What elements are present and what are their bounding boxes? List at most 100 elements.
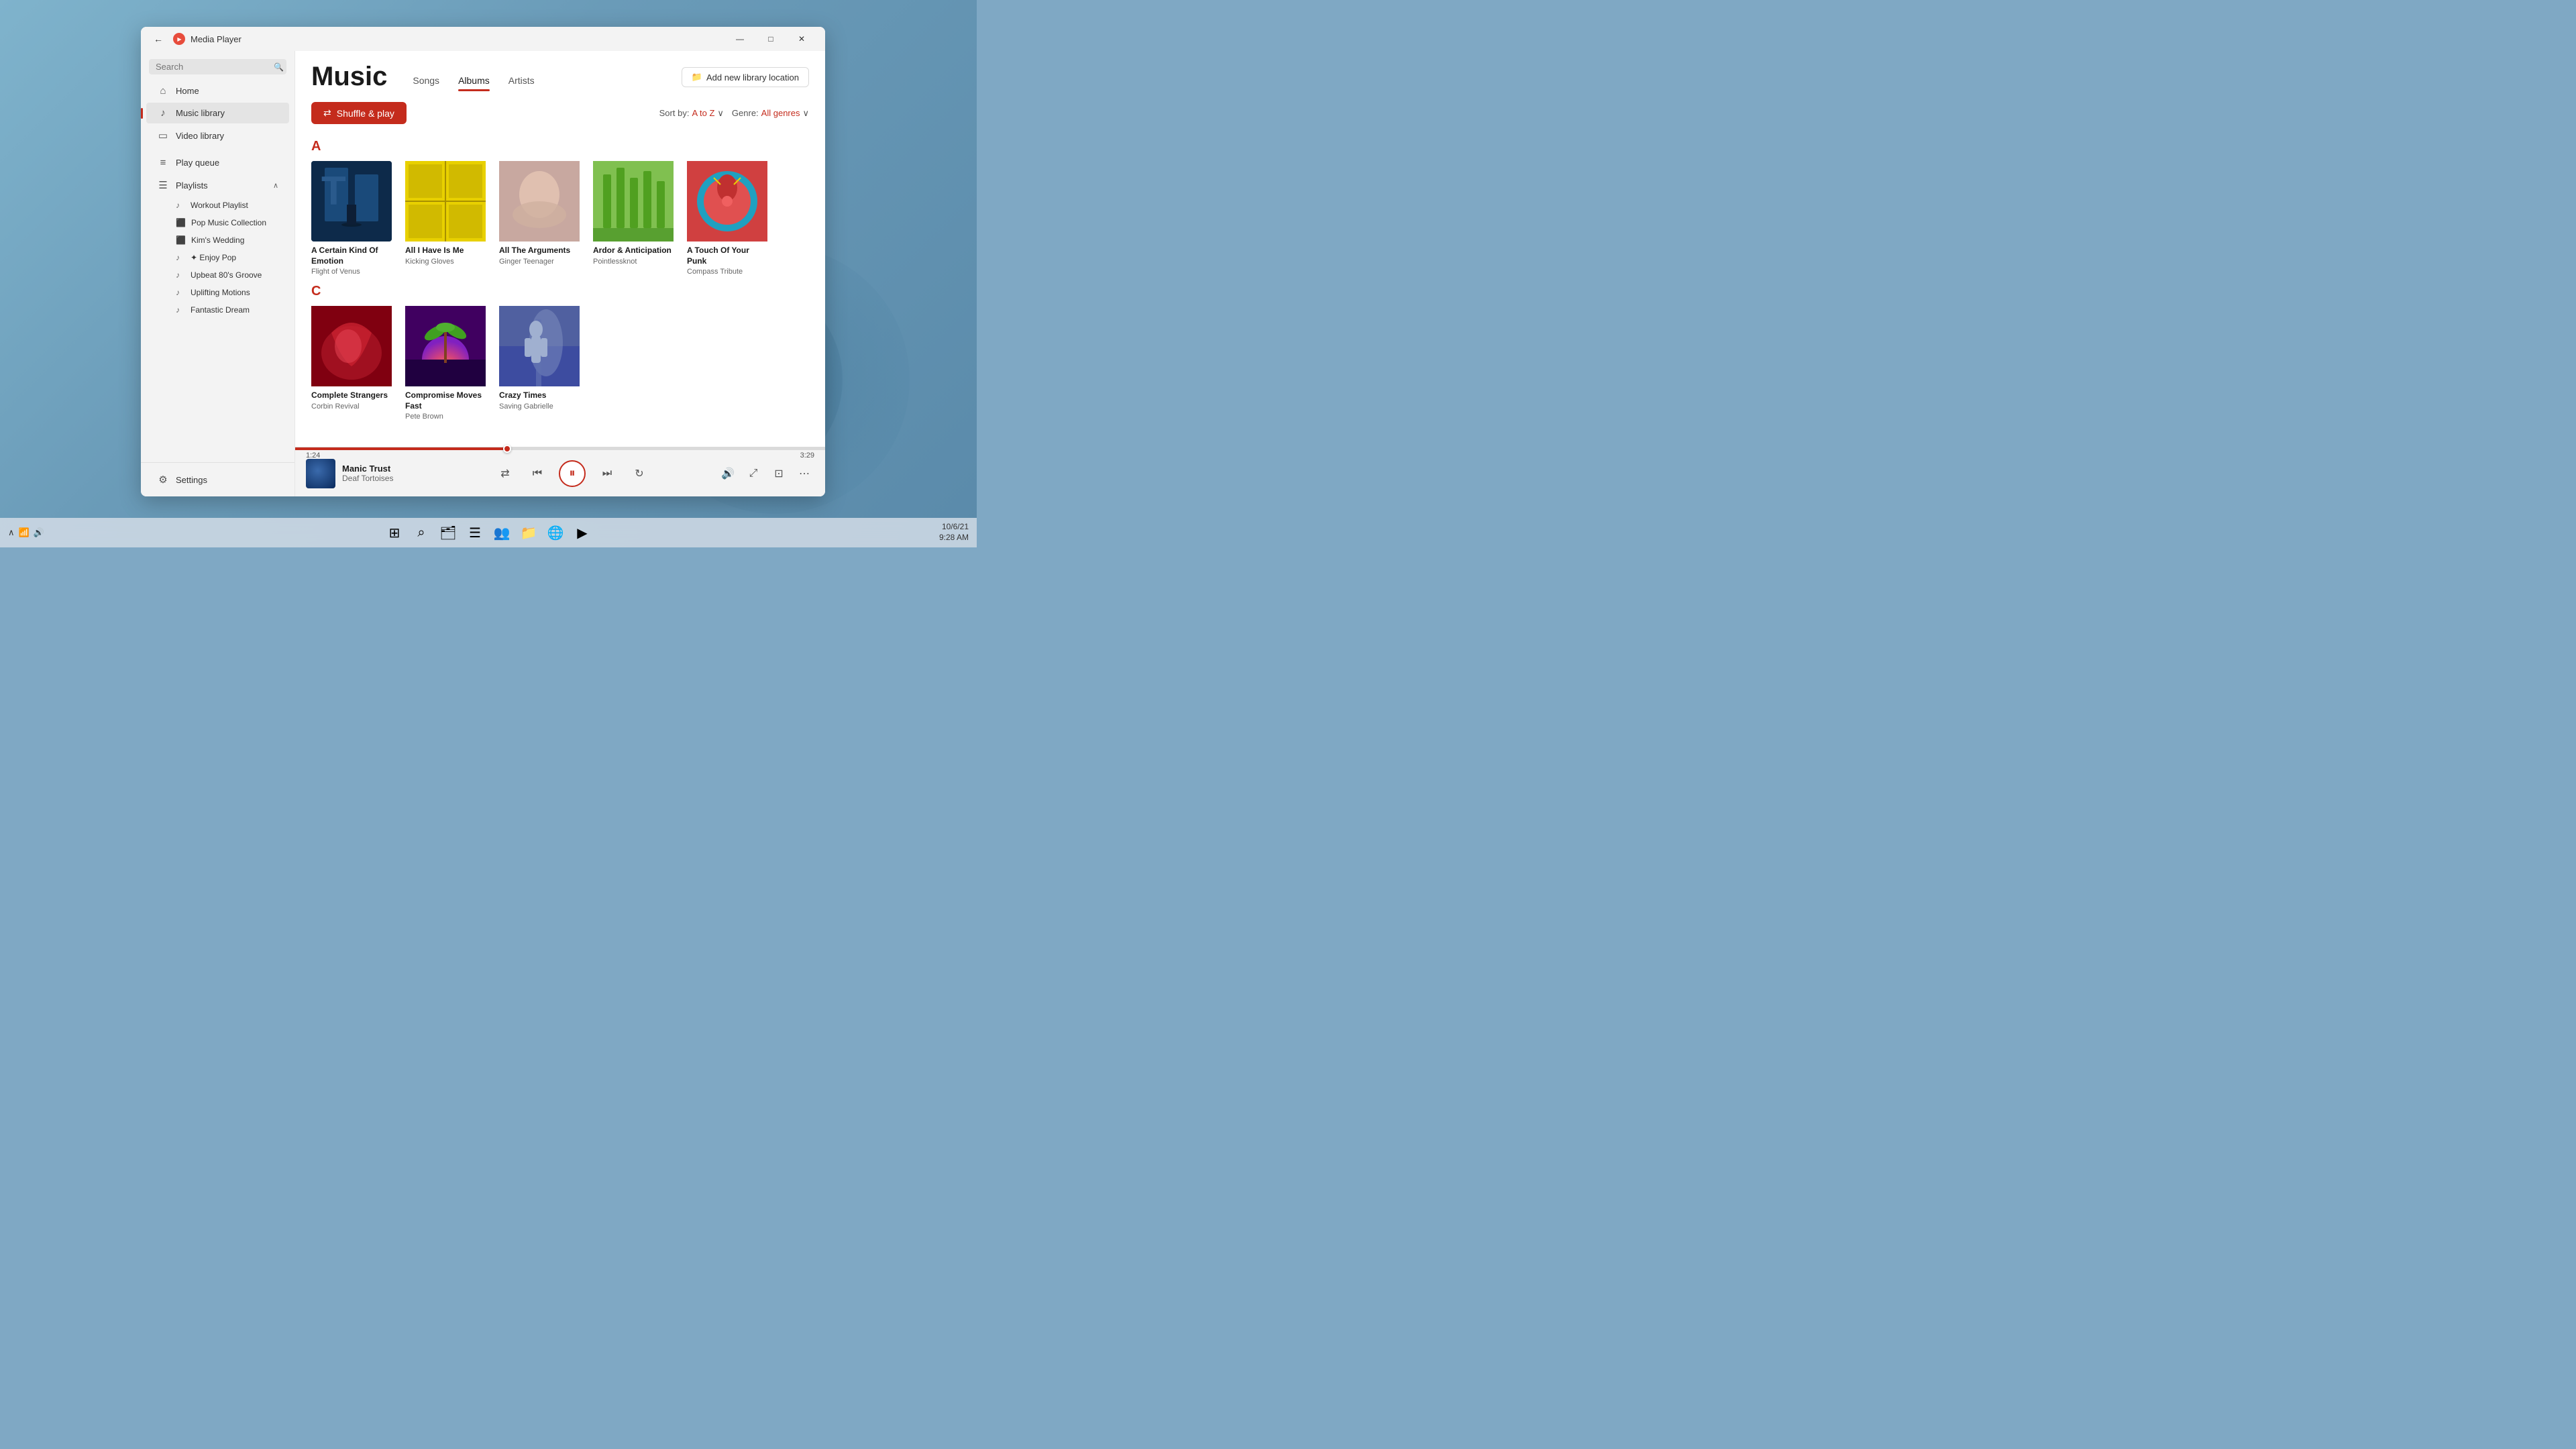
album-card-compromise[interactable]: Compromise Moves Fast Pete Brown <box>405 306 486 421</box>
sidebar-workout-label: Workout Playlist <box>191 201 248 210</box>
sort-label: Sort by: <box>659 108 690 118</box>
more-options-button[interactable]: ⋯ <box>794 464 814 484</box>
taskbar-files-button[interactable]: 🗂 <box>436 521 460 545</box>
album-card-certain-kind[interactable]: A Certain Kind Of Emotion Flight of Venu… <box>311 161 392 276</box>
album-artist-crazy: Saving Gabrielle <box>499 402 580 411</box>
album-art-certain-kind <box>311 161 392 241</box>
album-card-all-have[interactable]: All I Have Is Me Kicking Gloves <box>405 161 486 276</box>
sidebar-item-workout[interactable]: ♪ Workout Playlist <box>146 197 289 213</box>
taskbar-media-button[interactable]: ▶ <box>570 521 594 545</box>
taskbar-teams-button[interactable]: 👥 <box>490 521 514 545</box>
albums-row-a: A Certain Kind Of Emotion Flight of Venu… <box>311 161 809 276</box>
taskbar-time: 10/6/21 9:28 AM <box>939 522 969 543</box>
search-box[interactable]: 🔍 <box>149 59 286 74</box>
volume-tray-icon[interactable]: 🔊 <box>34 527 44 538</box>
sort-button[interactable]: Sort by: A to Z ∨ <box>659 108 724 119</box>
app-icon <box>173 33 185 45</box>
tab-bar: Songs Albums Artists <box>403 62 543 93</box>
shuffle-icon: ⇄ <box>323 107 331 119</box>
sidebar-item-uplifting[interactable]: ♪ Uplifting Motions <box>146 284 289 301</box>
albums-scroll-area[interactable]: A A Certain Kind Of Emotion <box>295 131 825 447</box>
album-art-svg-complete <box>311 306 392 386</box>
playlist-box2-icon: ⬛ <box>176 235 186 245</box>
album-title-all-arguments: All The Arguments <box>499 246 580 256</box>
sort-controls: Sort by: A to Z ∨ Genre: All genres ∨ <box>659 108 809 119</box>
sidebar-enjoy-label: ✦ Enjoy Pop <box>191 253 236 262</box>
taskbar-edge-button[interactable]: 🌐 <box>543 521 568 545</box>
progress-bar-container[interactable] <box>295 447 825 450</box>
add-library-icon: 📁 <box>692 72 702 83</box>
volume-button[interactable]: 🔊 <box>718 464 738 484</box>
sidebar-item-enjoy-pop[interactable]: ♪ ✦ Enjoy Pop <box>146 250 289 266</box>
search-icon: 🔍 <box>274 62 284 72</box>
album-art-svg-have <box>405 161 486 241</box>
album-title-crazy: Crazy Times <box>499 390 580 401</box>
album-art-svg-ardor <box>593 161 674 241</box>
player-controls: ⇄ ⏮ ⏸ ⏭ ↻ <box>427 460 718 487</box>
sidebar-item-upbeat[interactable]: ♪ Upbeat 80's Groove <box>146 267 289 283</box>
album-art-all-arguments <box>499 161 580 241</box>
next-button[interactable]: ⏭ <box>596 463 618 484</box>
add-library-button[interactable]: 📁 Add new library location <box>682 67 809 87</box>
previous-button[interactable]: ⏮ <box>527 463 548 484</box>
pause-button[interactable]: ⏸ <box>559 460 586 487</box>
page-title: Music <box>311 62 387 92</box>
tab-albums[interactable]: Albums <box>449 71 499 93</box>
tab-artists[interactable]: Artists <box>499 71 544 93</box>
track-info: Manic Trust Deaf Tortoises <box>306 459 427 488</box>
tab-songs[interactable]: Songs <box>403 71 449 93</box>
sidebar-item-settings[interactable]: ⚙ Settings <box>146 469 289 490</box>
sort-chevron-icon: ∨ <box>717 108 724 119</box>
progress-fill <box>295 447 507 450</box>
album-card-ardor[interactable]: Ardor & Anticipation Pointlessknot <box>593 161 674 276</box>
cast-button[interactable]: ⊡ <box>769 464 789 484</box>
sidebar-item-kims-wedding[interactable]: ⬛ Kim's Wedding <box>146 232 289 248</box>
genre-chevron-icon: ∨ <box>802 108 809 119</box>
tray-expand-icon[interactable]: ∧ <box>8 527 15 538</box>
album-card-all-arguments[interactable]: All The Arguments Ginger Teenager <box>499 161 580 276</box>
section-letter-a: A <box>311 139 809 154</box>
sidebar-item-home[interactable]: ⌂ Home <box>146 80 289 101</box>
sidebar-item-music-library[interactable]: ♪ Music library <box>146 103 289 123</box>
taskbar-start-button[interactable]: ⊞ <box>382 521 407 545</box>
sidebar-fantastic-label: Fantastic Dream <box>191 305 250 315</box>
sidebar-item-music-label: Music library <box>176 108 225 118</box>
sidebar-item-fantastic[interactable]: ♪ Fantastic Dream <box>146 302 289 318</box>
shuffle-button[interactable]: ⇄ Shuffle & play <box>311 102 407 124</box>
back-button[interactable]: ← <box>149 30 168 48</box>
playlist-upbeat-icon: ♪ <box>176 270 185 280</box>
title-bar: ← Media Player — □ ✕ <box>141 27 825 51</box>
playlist-box-icon: ⬛ <box>176 218 186 227</box>
sidebar-uplifting-label: Uplifting Motions <box>191 288 250 297</box>
album-card-crazy[interactable]: Crazy Times Saving Gabrielle <box>499 306 580 421</box>
search-input[interactable] <box>156 62 274 72</box>
taskbar: ∧ 📶 🔊 ⊞ ⌕ 🗂 ☰ 👥 📁 🌐 ▶ 10/6/21 9:28 AM <box>0 518 977 547</box>
album-card-touch-punk[interactable]: A Touch Of Your Punk Compass Tribute <box>687 161 767 276</box>
sidebar-item-play-queue[interactable]: ≡ Play queue <box>146 152 289 173</box>
close-button[interactable]: ✕ <box>786 27 817 51</box>
track-text: Manic Trust Deaf Tortoises <box>342 464 393 483</box>
expand-button[interactable]: ⤢ <box>743 464 763 484</box>
repeat-button[interactable]: ↻ <box>629 463 650 484</box>
content-area: Music Songs Albums Artists 📁 Add new lib… <box>295 51 825 496</box>
sidebar-item-video-library[interactable]: ▭ Video library <box>146 125 289 146</box>
maximize-button[interactable]: □ <box>755 27 786 51</box>
album-artist-all-arguments: Ginger Teenager <box>499 258 580 266</box>
track-artist: Deaf Tortoises <box>342 474 393 483</box>
album-title-all-have: All I Have Is Me <box>405 246 486 256</box>
track-album-art <box>306 459 335 488</box>
sidebar-playlists-header[interactable]: ☰ Playlists ∧ <box>146 174 289 196</box>
shuffle-control-button[interactable]: ⇄ <box>494 463 516 484</box>
album-card-complete[interactable]: Complete Strangers Corbin Revival <box>311 306 392 421</box>
album-title-certain-kind: A Certain Kind Of Emotion <box>311 246 392 266</box>
taskbar-search-button[interactable]: ⌕ <box>409 521 433 545</box>
taskbar-explorer-button[interactable]: 📁 <box>517 521 541 545</box>
music-icon: ♪ <box>157 107 169 119</box>
wifi-icon: 📶 <box>19 527 30 538</box>
media-player-window: ← Media Player — □ ✕ 🔍 ⌂ Home ♪ Music li… <box>141 27 825 496</box>
taskbar-store-button[interactable]: ☰ <box>463 521 487 545</box>
minimize-button[interactable]: — <box>724 27 755 51</box>
sidebar-item-pop-music[interactable]: ⬛ Pop Music Collection <box>146 215 289 231</box>
genre-button[interactable]: Genre: All genres ∨ <box>732 108 809 119</box>
albums-row-c: Complete Strangers Corbin Revival <box>311 306 809 421</box>
